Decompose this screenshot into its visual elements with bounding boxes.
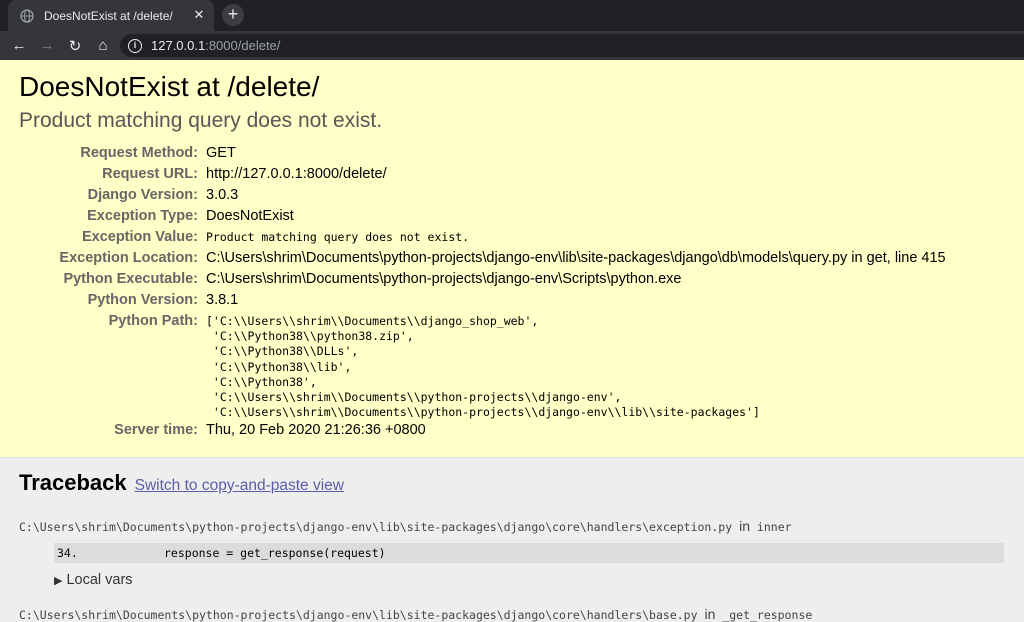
traceback-heading: Traceback [19,470,127,495]
meta-value: Product matching query does not exist. [206,230,470,244]
request-meta-table: Request Method: GET Request URL: http://12… [19,143,946,441]
meta-value: Thu, 20 Feb 2020 21:26:36 +0800 [206,422,426,439]
meta-row: Server time: Thu, 20 Feb 2020 21:26:36 +0… [19,420,946,441]
meta-row: Python Executable: C:\Users\shrim\Documen… [19,269,946,290]
frame-in: in [704,606,716,622]
address-bar[interactable]: i 127.0.0.1:8000/delete/ [120,34,1024,57]
frame-path: C:\Users\shrim\Documents\python-projects… [19,608,698,622]
browser-toolbar: ← → ↻ ⌂ i 127.0.0.1:8000/delete/ [0,31,1024,60]
triangle-right-icon: ▶ [54,575,63,587]
meta-label: Django Version: [87,187,198,203]
meta-value: http://127.0.0.1:8000/delete/ [206,166,387,182]
meta-value: 3.0.3 [206,187,239,203]
meta-value: C:\Users\shrim\Documents\python-projects… [206,271,682,287]
exception-message: Product matching query does not exist. [19,109,383,132]
context-line[interactable]: 34. response = get_response(request) [54,543,1004,563]
meta-row: Exception Location: C:\Users\shrim\Docume… [19,248,946,269]
tab-title: DoesNotExist at /delete/ [44,8,173,23]
meta-value: ['C:\\Users\\shrim\\Documents\\django_sh… [206,311,946,420]
meta-value: GET [206,145,236,161]
meta-value: C:\Users\shrim\Documents\python-projects… [206,250,946,266]
meta-label: Exception Value: [81,229,198,245]
meta-label: Request Method: [80,145,198,161]
forward-arrow-icon[interactable]: → [33,37,61,54]
line-number: 34. [57,546,78,560]
local-vars-toggle[interactable]: ▶ Local vars [54,572,1004,588]
frame-file-path: C:\Users\shrim\Documents\python-projects… [19,606,1004,622]
url-path: :8000/delete/ [205,38,281,53]
meta-label: Python Path: [108,313,198,329]
local-vars-label: Local vars [66,572,133,588]
info-icon[interactable]: i [128,38,142,53]
meta-row: Exception Value: Product matching query d… [19,227,946,248]
traceback-header: Traceback Switch to copy-and-paste view [19,470,1004,496]
url-host: 127.0.0.1 [151,38,206,53]
frame-function: inner [756,520,792,534]
meta-row: Django Version: 3.0.3 [19,185,946,206]
page-title: DoesNotExist at /delete/ [19,71,320,102]
meta-value: DoesNotExist [206,208,294,224]
meta-row: Python Version: 3.8.1 [19,290,946,311]
frame-in: in [739,518,750,534]
meta-label: Server time: [114,422,198,439]
browser-tab-bar: DoesNotExist at /delete/ ✕ + [0,0,1024,31]
traceback-section: Traceback Switch to copy-and-paste view … [0,458,1024,622]
new-tab-button[interactable]: + [222,4,244,26]
home-icon[interactable]: ⌂ [89,37,117,54]
back-arrow-icon[interactable]: ← [5,37,33,54]
error-summary: DoesNotExist at /delete/ Product matchin… [0,60,1024,458]
meta-row: Request URL: http://127.0.0.1:8000/delete… [19,164,946,185]
frame-path: C:\Users\shrim\Documents\python-projects… [19,520,733,534]
meta-label: Python Version: [87,292,198,308]
reload-icon[interactable]: ↻ [61,37,89,55]
frame-file-path: C:\Users\shrim\Documents\python-projects… [19,518,1004,534]
meta-label: Exception Type: [87,208,198,224]
frame-function: _get_response [722,608,813,622]
globe-icon [20,8,34,23]
meta-label: Exception Location: [59,250,198,266]
python-path-list: ['C:\\Users\\shrim\\Documents\\django_sh… [206,314,760,420]
meta-value: 3.8.1 [206,292,239,308]
close-tab-icon[interactable]: ✕ [192,8,206,22]
meta-row: Exception Type: DoesNotExist [19,206,946,227]
copy-paste-view-link[interactable]: Switch to copy-and-paste view [135,477,344,495]
meta-row: Request Method: GET [19,143,946,164]
meta-row: Python Path: ['C:\\Users\\shrim\\Document… [19,311,946,420]
browser-tab[interactable]: DoesNotExist at /delete/ ✕ [8,0,214,31]
meta-label: Python Executable: [63,271,198,287]
meta-label: Request URL: [102,166,198,182]
code-text: response = get_response(request) [164,546,386,560]
